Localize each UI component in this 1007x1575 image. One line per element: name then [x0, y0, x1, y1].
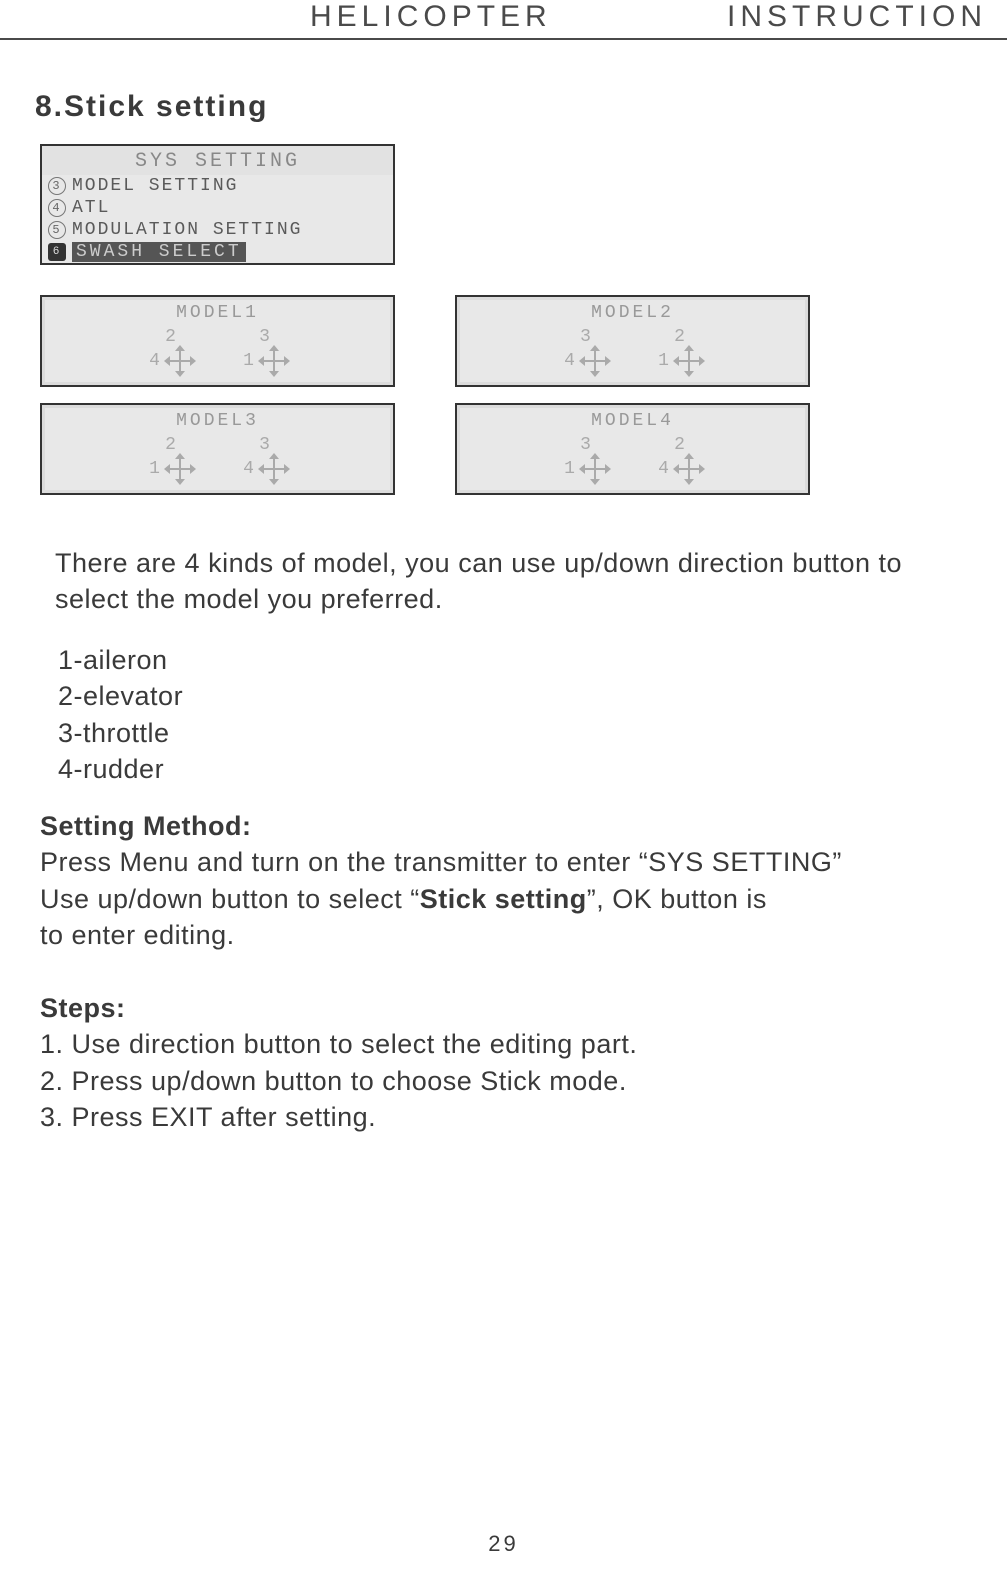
- stick-left: 2 1: [148, 435, 194, 483]
- crosshair-icon: [166, 347, 194, 375]
- model-title: MODEL4: [457, 411, 808, 431]
- stick-left: 2 4: [148, 327, 194, 375]
- stick-top-num: 3: [259, 435, 270, 455]
- stick-side-num: 4: [148, 351, 162, 371]
- models-grid: MODEL1 2 4 3 1 MODEL2 3: [40, 295, 967, 495]
- stick-left: 3 1: [563, 435, 609, 483]
- stick-right: 2 1: [657, 327, 703, 375]
- crosshair-icon: [675, 455, 703, 483]
- intro-text: There are 4 kinds of model, you can use …: [55, 545, 957, 618]
- model-title: MODEL2: [457, 303, 808, 323]
- header-right: INSTRUCTION: [727, 0, 987, 34]
- legend-item: 1-aileron: [58, 642, 1007, 678]
- legend-item: 2-elevator: [58, 678, 1007, 714]
- header-left: HELICOPTER: [310, 0, 552, 34]
- setting-method-line: Use up/down button to select “Stick sett…: [40, 881, 987, 917]
- text-bold: Stick setting: [420, 884, 587, 914]
- steps-heading: Steps:: [40, 990, 987, 1026]
- crosshair-icon: [260, 455, 288, 483]
- stick-side-num: 1: [242, 351, 256, 371]
- stick-top-num: 3: [259, 327, 270, 347]
- stick-top-num: 2: [674, 327, 685, 347]
- menu-item-label: SWASH SELECT: [72, 242, 246, 262]
- stick-side-num: 4: [657, 459, 671, 479]
- text-span: Use up/down button to select “: [40, 884, 420, 914]
- crosshair-icon: [581, 347, 609, 375]
- crosshair-icon: [166, 455, 194, 483]
- crosshair-icon: [260, 347, 288, 375]
- stick-right: 3 4: [242, 435, 288, 483]
- lcd-menu-item: 5 MODULATION SETTING: [42, 219, 393, 241]
- step-item: 2. Press up/down button to choose Stick …: [40, 1063, 987, 1099]
- stick-side-num: 1: [563, 459, 577, 479]
- stick-top-num: 2: [165, 327, 176, 347]
- stick-side-num: 4: [242, 459, 256, 479]
- menu-item-label: ATL: [72, 198, 110, 218]
- stick-right: 2 4: [657, 435, 703, 483]
- setting-method-line: Press Menu and turn on the transmitter t…: [40, 844, 987, 880]
- stick-top-num: 3: [580, 327, 591, 347]
- model-box-3: MODEL3 2 1 3 4: [40, 403, 395, 495]
- setting-method-line: to enter editing.: [40, 917, 987, 953]
- model-box-2: MODEL2 3 4 2 1: [455, 295, 810, 387]
- stick-top-num: 2: [674, 435, 685, 455]
- model-title: MODEL1: [42, 303, 393, 323]
- stick-side-num: 1: [657, 351, 671, 371]
- model-box-4: MODEL4 3 1 2 4: [455, 403, 810, 495]
- setting-method-block: Setting Method: Press Menu and turn on t…: [40, 808, 987, 1136]
- step-item: 1. Use direction button to select the ed…: [40, 1026, 987, 1062]
- menu-item-number-icon: 3: [48, 177, 66, 195]
- channel-legend: 1-aileron 2-elevator 3-throttle 4-rudder: [58, 642, 1007, 788]
- menu-item-number-icon: 5: [48, 221, 66, 239]
- stick-top-num: 2: [165, 435, 176, 455]
- page-header: HELICOPTER INSTRUCTION: [0, 0, 1007, 40]
- crosshair-icon: [675, 347, 703, 375]
- crosshair-icon: [581, 455, 609, 483]
- stick-left: 3 4: [563, 327, 609, 375]
- stick-side-num: 4: [563, 351, 577, 371]
- stick-side-num: 1: [148, 459, 162, 479]
- legend-item: 4-rudder: [58, 751, 1007, 787]
- model-title: MODEL3: [42, 411, 393, 431]
- step-item: 3. Press EXIT after setting.: [40, 1099, 987, 1135]
- lcd-menu-item-selected: 6 SWASH SELECT: [42, 241, 393, 263]
- model-box-1: MODEL1 2 4 3 1: [40, 295, 395, 387]
- lcd-menu-item: 4 ATL: [42, 197, 393, 219]
- menu-item-number-icon: 4: [48, 199, 66, 217]
- setting-method-heading: Setting Method:: [40, 808, 987, 844]
- lcd-menu-item: 3 MODEL SETTING: [42, 175, 393, 197]
- page-number: 29: [0, 1531, 1007, 1557]
- section-title: 8.Stick setting: [35, 90, 1007, 124]
- text-span: ”, OK button is: [587, 884, 767, 914]
- menu-item-label: MODULATION SETTING: [72, 220, 302, 240]
- stick-right: 3 1: [242, 327, 288, 375]
- lcd-menu-title: SYS SETTING: [42, 146, 393, 175]
- legend-item: 3-throttle: [58, 715, 1007, 751]
- menu-item-number-icon: 6: [48, 243, 66, 261]
- menu-item-label: MODEL SETTING: [72, 176, 238, 196]
- stick-top-num: 3: [580, 435, 591, 455]
- lcd-sys-menu: SYS SETTING 3 MODEL SETTING 4 ATL 5 MODU…: [40, 144, 395, 265]
